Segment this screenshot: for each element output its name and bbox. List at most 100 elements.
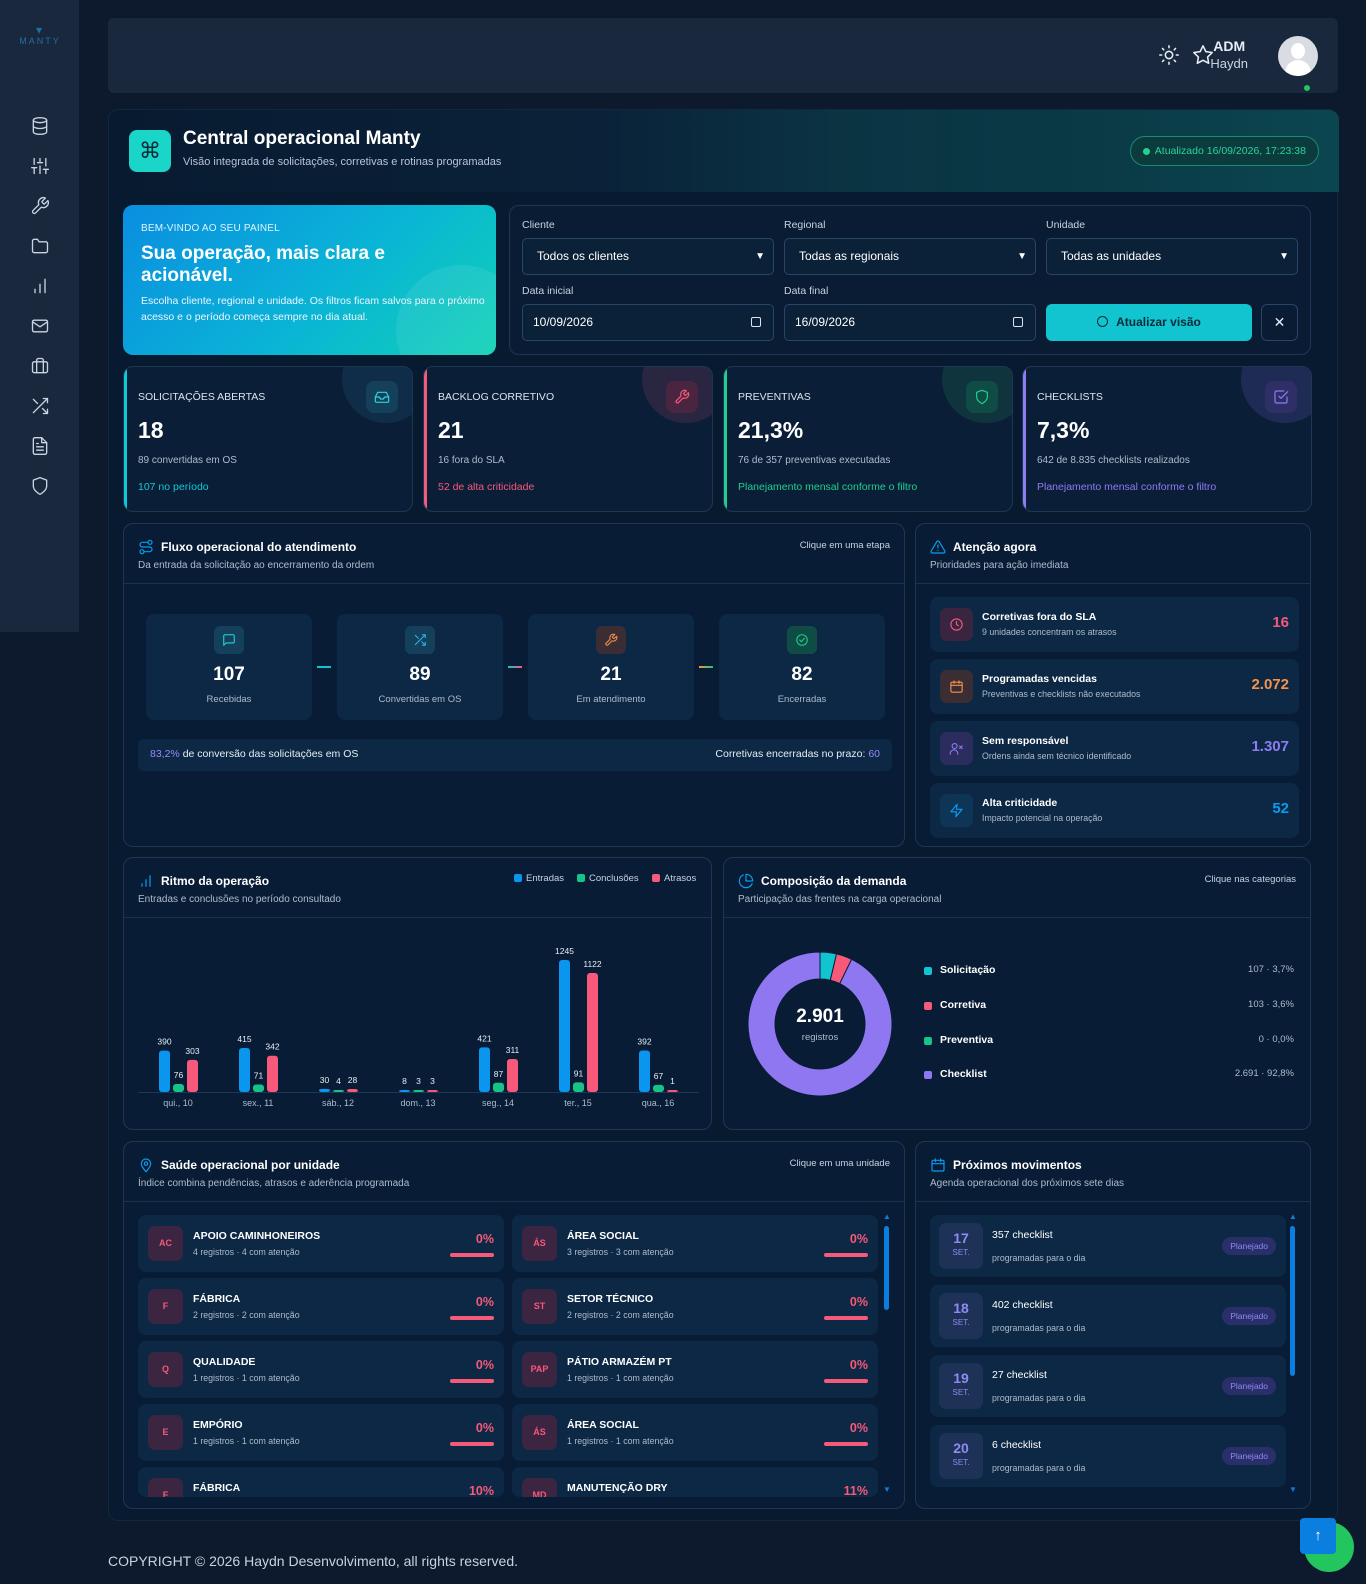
scroll-to-top-button[interactable]: ↑	[1300, 1518, 1336, 1554]
bar-conclusões	[413, 1090, 424, 1092]
flow-step-in-progress[interactable]: 21 Em atendimento	[528, 614, 694, 720]
units-scrollbar[interactable]	[884, 1226, 889, 1310]
clear-filters-button[interactable]: ✕	[1261, 304, 1298, 341]
unit-badge: MD	[522, 1478, 557, 1497]
bar-value-label: 87	[494, 1069, 504, 1079]
attention-item-critical[interactable]: Alta criticidade Impacto potencial na op…	[930, 783, 1299, 838]
unit-card[interactable]: MD MANUTENÇÃO DRY 11%	[512, 1467, 878, 1497]
date-badge: 20 SET.	[939, 1433, 983, 1479]
bar-atrasos	[347, 1089, 358, 1092]
demand-legend-corretiva[interactable]: Corretiva 103 · 3,6%	[924, 999, 1294, 1015]
start-date-input[interactable]: 10/09/2026	[522, 304, 774, 341]
unit-pct: 0%	[475, 1358, 494, 1372]
brand-logo[interactable]: ▾ MANTY	[18, 24, 62, 46]
demand-legend-solicitacao[interactable]: Solicitação 107 · 3,7%	[924, 964, 1294, 980]
scroll-down-arrow[interactable]: ▼	[883, 1485, 891, 1494]
client-select[interactable]: Todos os clientes ▼	[522, 238, 774, 275]
flow-connector	[508, 666, 522, 668]
bar-value-label: 390	[157, 1037, 171, 1047]
flow-step-converted[interactable]: 89 Convertidas em OS	[337, 614, 503, 720]
upcoming-item[interactable]: 20 SET. 6 checklist programadas para o dia P…	[930, 1425, 1286, 1487]
upcoming-title: Próximos movimentos	[953, 1158, 1082, 1172]
unit-select[interactable]: Todas as unidades ▼	[1046, 238, 1298, 275]
flow-step-closed[interactable]: 82 Encerradas	[719, 614, 885, 720]
upcoming-scrollbar[interactable]	[1290, 1226, 1295, 1376]
unit-card[interactable]: ST SETOR TÉCNICO 2 registros · 2 com atenç…	[512, 1278, 878, 1335]
bar-value-label: 3	[430, 1076, 435, 1086]
demand-legend-checklist[interactable]: Checklist 2.691 · 92,8%	[924, 1068, 1294, 1084]
unit-pct: 11%	[843, 1484, 868, 1497]
end-date-label: Data final	[784, 285, 829, 297]
unit-name: QUALIDADE	[193, 1356, 256, 1368]
unit-badge: ST	[522, 1289, 557, 1324]
bar-entradas	[159, 1050, 170, 1092]
legend-conclusoes[interactable]: Conclusões	[577, 873, 639, 884]
rhythm-subtitle: Entradas e conclusões no período consult…	[138, 894, 341, 905]
region-select[interactable]: Todas as regionais ▼	[784, 238, 1036, 275]
unit-card[interactable]: E EMPÓRIO 1 registros · 1 com atenção 0%	[138, 1404, 504, 1461]
shield-icon[interactable]	[28, 474, 52, 498]
bar-chart-icon[interactable]	[28, 274, 52, 298]
flow-connector	[699, 666, 713, 668]
sun-icon[interactable]	[1158, 44, 1182, 68]
unit-badge: ÁS	[522, 1226, 557, 1261]
update-view-button[interactable]: Atualizar visão	[1046, 304, 1252, 341]
unit-card[interactable]: ÁS ÁREA SOCIAL 3 registros · 3 com atenção…	[512, 1215, 878, 1272]
sliders-icon[interactable]	[28, 154, 52, 178]
upcoming-item-title: 402 checklist	[992, 1299, 1053, 1311]
bar-atrasos	[667, 1090, 678, 1092]
unit-name: FÁBRICA	[193, 1482, 241, 1494]
kpi-checklists[interactable]: CHECKLISTS 7,3% 642 de 8.835 checklists …	[1022, 366, 1312, 512]
bar-atrasos	[187, 1059, 198, 1092]
scroll-up-arrow[interactable]: ▲	[1289, 1212, 1297, 1221]
attention-panel: Atenção agora Prioridades para ação imed…	[915, 523, 1311, 847]
legend-atrasos[interactable]: Atrasos	[652, 873, 696, 884]
document-icon[interactable]	[28, 434, 52, 458]
mail-icon[interactable]	[28, 314, 52, 338]
unit-card[interactable]: F FÁBRICA 2 registros · 2 com atenção 0%	[138, 1278, 504, 1335]
bar-atrasos	[587, 973, 598, 1092]
health-subtitle: Índice combina pendências, atrasos e ade…	[138, 1178, 410, 1189]
database-icon[interactable]	[28, 114, 52, 138]
user-name: Haydn	[1210, 56, 1248, 71]
unit-pct: 0%	[849, 1358, 868, 1372]
unit-card[interactable]: AC APOIO CAMINHONEIROS 4 registros · 4 com…	[138, 1215, 504, 1272]
x-tick-label: seg., 14	[482, 1098, 514, 1108]
upcoming-item[interactable]: 18 SET. 402 checklist programadas para o di…	[930, 1285, 1286, 1347]
unit-card[interactable]: PAP PÁTIO ARMAZÉM PT 1 registros · 1 com a…	[512, 1341, 878, 1398]
user-menu[interactable]: ADM Haydn	[1210, 38, 1248, 71]
kpi-open-requests[interactable]: SOLICITAÇÕES ABERTAS 18 89 convertidas e…	[123, 366, 413, 512]
x-tick-label: qui., 10	[163, 1098, 193, 1108]
flow-hint: Clique em uma etapa	[799, 540, 890, 551]
shuffle-icon[interactable]	[28, 394, 52, 418]
kpi-corrective-backlog[interactable]: BACKLOG CORRETIVO 21 16 fora do SLA 52 d…	[423, 366, 713, 512]
upcoming-item[interactable]: 17 SET. 357 checklist programadas para o di…	[930, 1215, 1286, 1277]
user-x-icon	[940, 732, 973, 765]
date-badge: 17 SET.	[939, 1223, 983, 1269]
flow-step-received[interactable]: 107 Recebidas	[146, 614, 312, 720]
unit-card[interactable]: Q QUALIDADE 1 registros · 1 com atenção 0%	[138, 1341, 504, 1398]
unit-badge: F	[148, 1289, 183, 1324]
wrench-icon[interactable]	[28, 194, 52, 218]
avatar[interactable]	[1278, 36, 1318, 76]
scroll-down-arrow[interactable]: ▼	[1289, 1485, 1297, 1494]
inbox-icon	[366, 381, 398, 413]
briefcase-icon[interactable]	[28, 354, 52, 378]
unit-card[interactable]: ÁS ÁREA SOCIAL 1 registros · 1 com atenção…	[512, 1404, 878, 1461]
scroll-up-arrow[interactable]: ▲	[883, 1212, 891, 1221]
demand-legend-preventiva[interactable]: Preventiva 0 · 0,0%	[924, 1034, 1294, 1050]
upcoming-item[interactable]: 19 SET. 27 checklist programadas para o dia…	[930, 1355, 1286, 1417]
kpi-preventives[interactable]: PREVENTIVAS 21,3% 76 de 357 preventivas …	[723, 366, 1013, 512]
end-date-input[interactable]: 16/09/2026	[784, 304, 1036, 341]
unit-card[interactable]: F FÁBRICA 10%	[138, 1467, 504, 1497]
attention-item-unassigned[interactable]: Sem responsável Ordens ainda sem técnico…	[930, 721, 1299, 776]
attention-title: Atenção agora	[953, 540, 1037, 554]
bar-value-label: 28	[348, 1075, 358, 1085]
unit-desc: 1 registros · 1 com atenção	[193, 1436, 300, 1446]
attention-item-overdue[interactable]: Programadas vencidas Preventivas e check…	[930, 659, 1299, 714]
unit-name: SETOR TÉCNICO	[567, 1293, 654, 1305]
rhythm-panel: Ritmo da operação Entradas e conclusões …	[123, 857, 712, 1130]
folder-icon[interactable]	[28, 234, 52, 258]
legend-entradas[interactable]: Entradas	[514, 873, 564, 884]
attention-item-sla[interactable]: Corretivas fora do SLA 9 unidades concen…	[930, 597, 1299, 652]
